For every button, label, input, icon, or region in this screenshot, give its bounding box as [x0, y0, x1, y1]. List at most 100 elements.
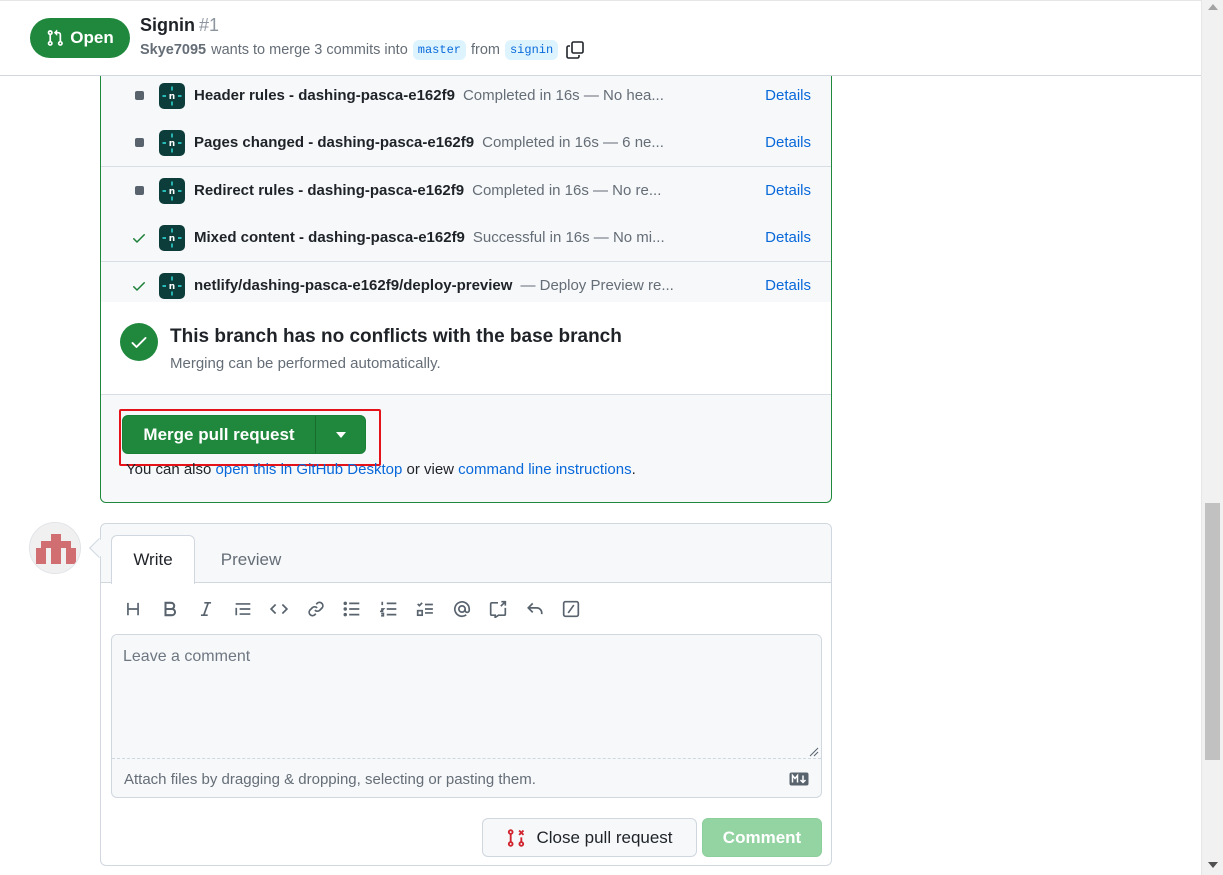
svg-text:n: n	[169, 92, 175, 102]
svg-text:n: n	[169, 234, 175, 244]
markdown-toolbar	[115, 596, 590, 622]
attach-files-hint[interactable]: Attach files by dragging & dropping, sel…	[124, 771, 536, 788]
markdown-icon[interactable]	[789, 772, 809, 786]
check-details-link[interactable]: Details	[765, 277, 811, 294]
check-text: netlify/dashing-pasca-e162f9/deploy-prev…	[194, 277, 674, 294]
merge-pull-request-button[interactable]: Merge pull request	[123, 416, 316, 453]
heading-icon[interactable]	[115, 596, 152, 622]
check-description: Successful in 16s — No mi...	[472, 229, 665, 246]
merge-alt-suffix: .	[631, 461, 636, 478]
comment-textarea[interactable]	[112, 635, 821, 759]
cross-reference-icon[interactable]	[480, 596, 517, 622]
pr-from-text: from	[470, 42, 500, 58]
quote-icon[interactable]	[225, 596, 262, 622]
tab-preview[interactable]: Preview	[211, 535, 291, 584]
check-details-link[interactable]: Details	[765, 182, 811, 199]
pr-author-link[interactable]: Skye7095	[140, 42, 206, 58]
check-description: — Deploy Preview re...	[520, 277, 674, 294]
check-row: n Pages changed - dashing-pasca-e162f9 Com…	[101, 119, 831, 167]
ordered-list-icon[interactable]	[371, 596, 408, 622]
check-text: Header rules - dashing-pasca-e162f9 Compl…	[194, 87, 664, 104]
page-scrollbar[interactable]	[1201, 0, 1223, 875]
check-success-icon	[131, 230, 147, 246]
merge-section: Merge pull request You can also open thi…	[101, 395, 831, 502]
avatar[interactable]	[29, 522, 81, 574]
check-name: netlify/dashing-pasca-e162f9/deploy-prev…	[194, 277, 513, 294]
pr-title-text: Signin	[140, 15, 195, 35]
check-success-icon	[131, 278, 147, 294]
merge-alternatives: You can also open this in GitHub Desktop…	[126, 461, 636, 478]
pr-header: Open Signin #1 Skye7095 wants to merge 3 …	[0, 0, 1201, 76]
merge-alt-middle: or view	[406, 461, 454, 478]
git-pull-request-icon	[47, 29, 64, 46]
check-row: n Redirect rules - dashing-pasca-e162f9 Co…	[101, 167, 831, 215]
conflict-subtitle: Merging can be performed automatically.	[170, 355, 441, 372]
close-pull-request-label: Close pull request	[536, 827, 673, 847]
comment-form: Write Preview Leave a comment Attach fil…	[100, 523, 832, 866]
pr-meta: Skye7095 wants to merge 3 commits into m…	[140, 40, 585, 60]
check-text: Pages changed - dashing-pasca-e162f9 Comp…	[194, 134, 664, 151]
netlify-logo-icon: n	[159, 224, 185, 251]
check-neutral-icon	[131, 88, 147, 104]
check-row: n Mixed content - dashing-pasca-e162f9 Suc…	[101, 214, 831, 262]
check-text: Mixed content - dashing-pasca-e162f9 Succ…	[194, 229, 665, 246]
netlify-logo-icon: n	[159, 129, 185, 156]
close-pull-request-button[interactable]: Close pull request	[482, 818, 697, 857]
svg-text:n: n	[169, 282, 175, 292]
check-row: n Header rules - dashing-pasca-e162f9 Comp…	[101, 72, 831, 120]
check-neutral-icon	[131, 135, 147, 151]
pr-meta-text: wants to merge 3 commits into	[211, 42, 408, 58]
scroll-down-arrow-icon[interactable]	[1208, 862, 1218, 868]
conflict-status: This branch has no conflicts with the ba…	[101, 302, 831, 395]
pr-title: Signin #1	[140, 15, 219, 36]
comment-editor: Attach files by dragging & dropping, sel…	[111, 634, 822, 798]
check-details-link[interactable]: Details	[765, 87, 811, 104]
scrollbar-thumb[interactable]	[1205, 503, 1220, 760]
check-details-link[interactable]: Details	[765, 134, 811, 151]
pr-state-label: Open	[70, 28, 114, 47]
open-desktop-link[interactable]: open this in GitHub Desktop	[216, 461, 403, 478]
git-pull-request-closed-icon	[508, 828, 525, 847]
check-neutral-icon	[131, 183, 147, 199]
check-description: Completed in 16s — 6 ne...	[482, 134, 664, 151]
slash-commands-icon[interactable]	[553, 596, 590, 622]
conflict-title: This branch has no conflicts with the ba…	[170, 326, 622, 347]
reply-icon[interactable]	[517, 596, 554, 622]
check-details-link[interactable]: Details	[765, 229, 811, 246]
base-branch[interactable]: master	[412, 40, 466, 60]
check-description: Completed in 16s — No hea...	[462, 87, 664, 104]
command-line-link[interactable]: command line instructions	[458, 461, 631, 478]
mention-icon[interactable]	[444, 596, 481, 622]
merge-method-dropdown[interactable]	[316, 416, 365, 453]
check-description: Completed in 16s — No re...	[472, 182, 662, 199]
svg-text:n: n	[169, 187, 175, 197]
scroll-up-arrow-icon[interactable]	[1208, 4, 1218, 10]
netlify-logo-icon: n	[159, 82, 185, 109]
bold-icon[interactable]	[152, 596, 189, 622]
netlify-logo-icon: n	[159, 272, 185, 299]
merge-box: n Header rules - dashing-pasca-e162f9 Comp…	[100, 60, 832, 503]
copy-icon[interactable]	[565, 40, 585, 60]
tab-write[interactable]: Write	[111, 535, 195, 584]
netlify-logo-icon: n	[159, 177, 185, 204]
check-name: Redirect rules - dashing-pasca-e162f9	[194, 182, 465, 199]
merge-button-group: Merge pull request	[122, 415, 366, 454]
svg-text:n: n	[169, 139, 175, 149]
comment-tab-bar: Write Preview	[101, 524, 831, 584]
merge-alt-prefix: You can also	[126, 461, 212, 478]
italic-icon[interactable]	[188, 596, 225, 622]
task-list-icon[interactable]	[407, 596, 444, 622]
check-name: Header rules - dashing-pasca-e162f9	[194, 87, 455, 104]
code-icon[interactable]	[261, 596, 298, 622]
check-text: Redirect rules - dashing-pasca-e162f9 Com…	[194, 182, 661, 199]
check-name: Pages changed - dashing-pasca-e162f9	[194, 134, 475, 151]
comment-submit-button[interactable]: Comment	[702, 818, 822, 857]
head-branch[interactable]: signin	[504, 40, 559, 60]
unordered-list-icon[interactable]	[334, 596, 371, 622]
pr-state-badge: Open	[30, 18, 130, 58]
pr-number: #1	[199, 15, 220, 35]
resize-handle-icon[interactable]	[809, 747, 819, 757]
link-icon[interactable]	[298, 596, 335, 622]
caret-down-icon	[335, 431, 346, 438]
success-check-icon	[120, 323, 158, 361]
